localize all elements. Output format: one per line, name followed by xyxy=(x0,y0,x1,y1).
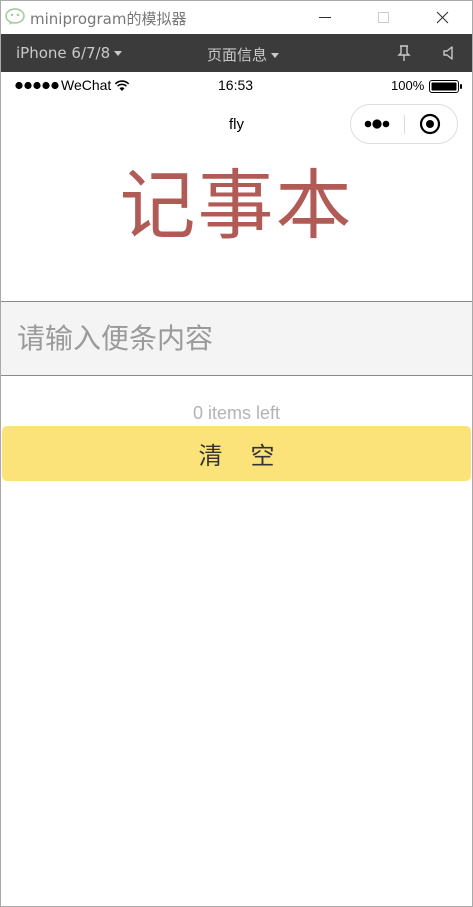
wifi-icon xyxy=(114,80,130,91)
chevron-down-icon xyxy=(114,51,123,56)
carrier-name: WeChat xyxy=(61,77,112,93)
device-label: iPhone 6/7/8 xyxy=(16,44,111,62)
minimize-icon xyxy=(319,16,331,18)
note-input[interactable] xyxy=(1,301,472,376)
exit-miniprogram-icon[interactable] xyxy=(419,113,441,135)
sound-icon[interactable] xyxy=(441,44,459,62)
maximize-icon xyxy=(377,12,389,23)
status-time: 16:53 xyxy=(218,77,254,93)
battery-icon xyxy=(429,80,462,93)
app-heading: 记事本 xyxy=(119,161,354,250)
window-titlebar: miniprogram的模拟器 xyxy=(1,1,472,34)
minimize-button[interactable] xyxy=(305,1,345,34)
miniprogram-navbar: fly xyxy=(1,100,472,150)
simulator-window: miniprogram的模拟器 iPhone 6/7/8 页面信息 WeChat… xyxy=(0,0,473,907)
capsule-divider xyxy=(404,115,405,134)
simulator-toolbar: iPhone 6/7/8 页面信息 xyxy=(1,34,472,72)
phone-status-bar: WeChat 16:53 100% xyxy=(1,72,472,100)
wechat-devtools-icon xyxy=(5,8,25,25)
close-window-button[interactable] xyxy=(422,1,462,34)
signal-strength-icon xyxy=(15,81,59,90)
pin-icon[interactable] xyxy=(395,44,413,62)
window-title: miniprogram的模拟器 xyxy=(30,10,187,28)
battery-percentage: 100% xyxy=(391,78,425,93)
chevron-down-icon xyxy=(271,53,280,58)
device-selector[interactable]: iPhone 6/7/8 xyxy=(16,44,123,62)
close-icon xyxy=(436,11,448,24)
page-info-label: 页面信息 xyxy=(207,46,268,64)
menu-capsule xyxy=(350,104,458,144)
clear-button[interactable]: 清空 xyxy=(2,426,471,481)
maximize-button[interactable] xyxy=(363,1,403,34)
items-left-count: 0 items left xyxy=(192,403,281,423)
more-icon[interactable] xyxy=(363,117,393,131)
page-info-menu[interactable]: 页面信息 xyxy=(207,44,280,65)
